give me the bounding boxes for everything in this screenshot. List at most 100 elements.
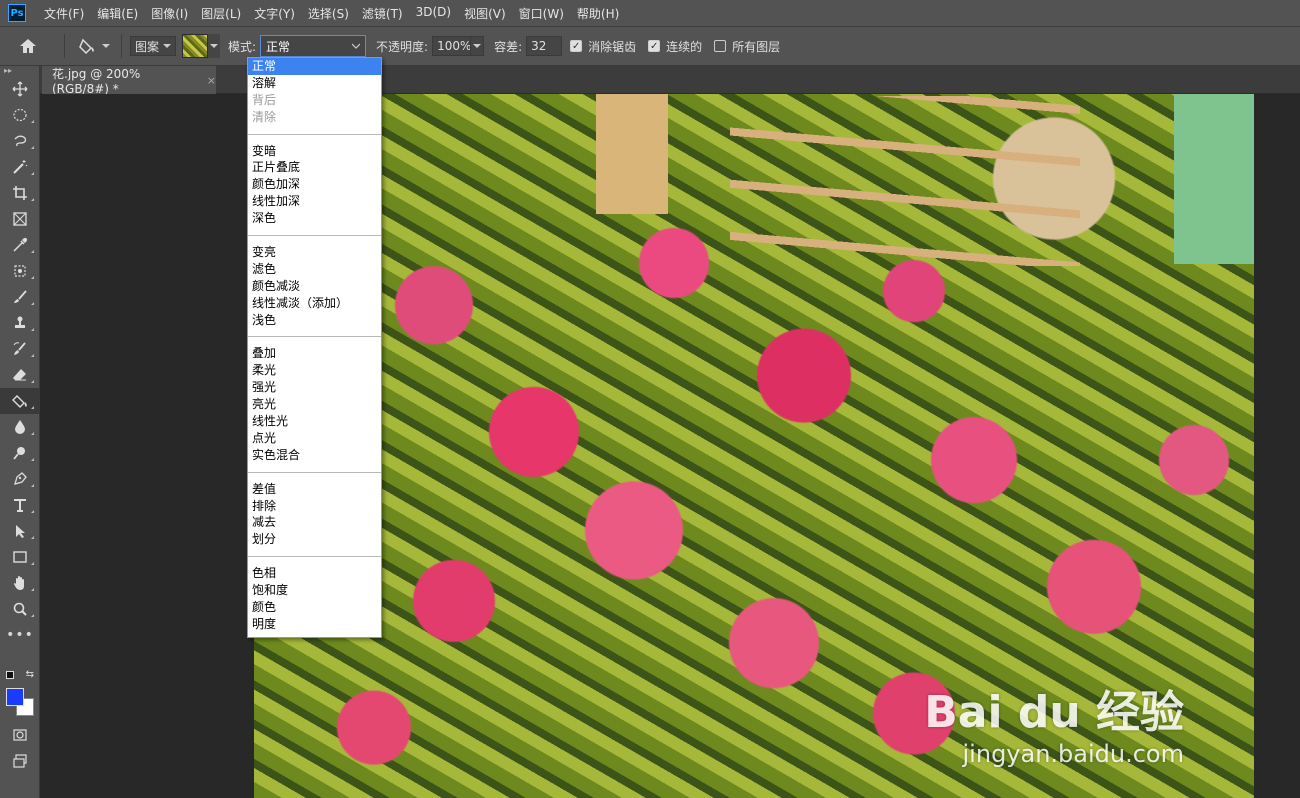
blend-mode-option[interactable]: 线性光 [248, 413, 381, 430]
blend-mode-option[interactable]: 划分 [248, 531, 381, 548]
pattern-swatch[interactable] [182, 34, 208, 58]
blend-mode-option[interactable]: 浅色 [248, 312, 381, 329]
document-tab[interactable]: 花.jpg @ 200%(RGB/8#) * × [42, 66, 216, 96]
healing-brush-icon [14, 265, 26, 277]
default-colors-icon[interactable] [6, 671, 14, 679]
zoom-icon [13, 602, 27, 616]
opacity-input[interactable]: 100% [432, 36, 471, 56]
hand-icon [14, 576, 24, 590]
tolerance-input[interactable]: 32 [526, 36, 563, 56]
blend-mode-option[interactable]: 溶解 [248, 75, 381, 92]
healing-brush-tool[interactable] [0, 258, 40, 284]
blend-mode-option[interactable]: 排除 [248, 498, 381, 515]
blend-mode-option[interactable]: 线性减淡（添加） [248, 295, 381, 312]
fence-post [596, 94, 668, 214]
blend-mode-option[interactable]: 线性加深 [248, 193, 381, 210]
blur-tool[interactable] [0, 414, 40, 440]
blend-mode-option[interactable]: 减去 [248, 514, 381, 531]
menu-item[interactable]: 文字(Y) [254, 5, 295, 22]
screen-mode-tool[interactable] [0, 748, 40, 774]
pen-tool[interactable] [0, 466, 40, 492]
contiguous-checkbox[interactable] [648, 40, 661, 52]
blend-mode-option[interactable]: 点光 [248, 430, 381, 447]
tolerance-label: 容差: [494, 39, 523, 54]
ellipse-marquee-icon [13, 108, 27, 122]
lasso-icon [14, 135, 27, 147]
blend-mode-option[interactable]: 正常 [248, 58, 381, 75]
options-separator [64, 34, 65, 58]
blend-mode-option[interactable]: 颜色减淡 [248, 278, 381, 295]
blend-mode-option[interactable]: 变亮 [248, 244, 381, 261]
menu-item[interactable]: 滤镜(T) [362, 5, 403, 22]
dropdown-separator [248, 126, 381, 143]
all-layers-checkbox[interactable] [714, 40, 727, 52]
blend-mode-option[interactable]: 叠加 [248, 345, 381, 362]
hand-tool[interactable] [0, 570, 40, 596]
blend-mode-option[interactable]: 差值 [248, 481, 381, 498]
menu-item[interactable]: 帮助(H) [577, 5, 619, 22]
menu-item[interactable]: 文件(F) [44, 5, 84, 22]
move-tool[interactable] [0, 76, 40, 102]
frame-tool[interactable] [0, 206, 40, 232]
move-icon [12, 81, 28, 97]
blur-drop-icon [15, 420, 25, 434]
antialias-checkbox[interactable] [570, 40, 583, 52]
blend-mode-option[interactable]: 变暗 [248, 143, 381, 160]
lasso-tool[interactable] [0, 128, 40, 154]
canvas-area[interactable]: Bai du 经验 jingyan.baidu.com [40, 94, 1300, 798]
collapse-toolbar-icon[interactable]: ▸▸ [0, 66, 39, 76]
blend-mode-option[interactable]: 深色 [248, 210, 381, 227]
paint-bucket-icon [12, 395, 27, 408]
pattern-picker-button[interactable] [208, 34, 220, 58]
blend-mode-option[interactable]: 亮光 [248, 396, 381, 413]
frame-icon [13, 212, 27, 226]
foreground-color[interactable] [6, 688, 24, 706]
screen-mode-icon [13, 754, 27, 768]
dropdown-separator [248, 548, 381, 565]
close-icon[interactable]: × [207, 74, 216, 87]
menu-item[interactable]: 编辑(E) [97, 5, 138, 22]
fill-source-select[interactable]: 图案 [130, 36, 176, 56]
blend-mode-option[interactable]: 颜色 [248, 599, 381, 616]
eyedropper-tool[interactable] [0, 232, 40, 258]
blend-mode-option[interactable]: 色相 [248, 565, 381, 582]
chevron-down-icon [210, 44, 218, 48]
blend-mode-option[interactable]: 实色混合 [248, 447, 381, 464]
eraser-tool[interactable] [0, 362, 40, 388]
menu-item[interactable]: 窗口(W) [519, 5, 564, 22]
zoom-tool[interactable] [0, 596, 40, 622]
dodge-icon [13, 447, 25, 460]
type-tool[interactable] [0, 492, 40, 518]
quick-mask-tool[interactable] [0, 722, 40, 748]
swap-colors-icon[interactable]: ⇆ [26, 669, 34, 680]
home-icon[interactable] [18, 36, 38, 56]
rectangle-tool[interactable] [0, 544, 40, 570]
blend-mode-option[interactable]: 颜色加深 [248, 176, 381, 193]
menu-item[interactable]: 视图(V) [464, 5, 506, 22]
history-brush-tool[interactable] [0, 336, 40, 362]
flower-image[interactable]: Bai du 经验 jingyan.baidu.com [254, 94, 1254, 798]
path-selection-tool[interactable] [0, 518, 40, 544]
blend-mode-option[interactable]: 饱和度 [248, 582, 381, 599]
opacity-slider-button[interactable] [470, 36, 485, 56]
more-tools[interactable]: ••• [0, 622, 40, 648]
menu-item[interactable]: 图层(L) [201, 5, 241, 22]
menu-item[interactable]: 选择(S) [308, 5, 349, 22]
magic-wand-tool[interactable] [0, 154, 40, 180]
dodge-tool[interactable] [0, 440, 40, 466]
brush-tool[interactable] [0, 284, 40, 310]
blend-mode-option[interactable]: 正片叠底 [248, 159, 381, 176]
blend-mode-option[interactable]: 强光 [248, 379, 381, 396]
clone-stamp-tool[interactable] [0, 310, 40, 336]
menu-item[interactable]: 图像(I) [151, 5, 188, 22]
blend-mode-option[interactable]: 滤色 [248, 261, 381, 278]
menu-item[interactable]: 3D(D) [416, 5, 451, 22]
mode-select[interactable]: 正常 [260, 35, 367, 57]
crop-tool[interactable] [0, 180, 40, 206]
tool-preset-picker[interactable] [77, 34, 113, 58]
paint-bucket-tool[interactable] [0, 388, 40, 414]
blend-mode-option[interactable]: 明度 [248, 616, 381, 633]
ellipse-marquee-tool[interactable] [0, 102, 40, 128]
rectangle-icon [13, 551, 27, 563]
blend-mode-option[interactable]: 柔光 [248, 362, 381, 379]
